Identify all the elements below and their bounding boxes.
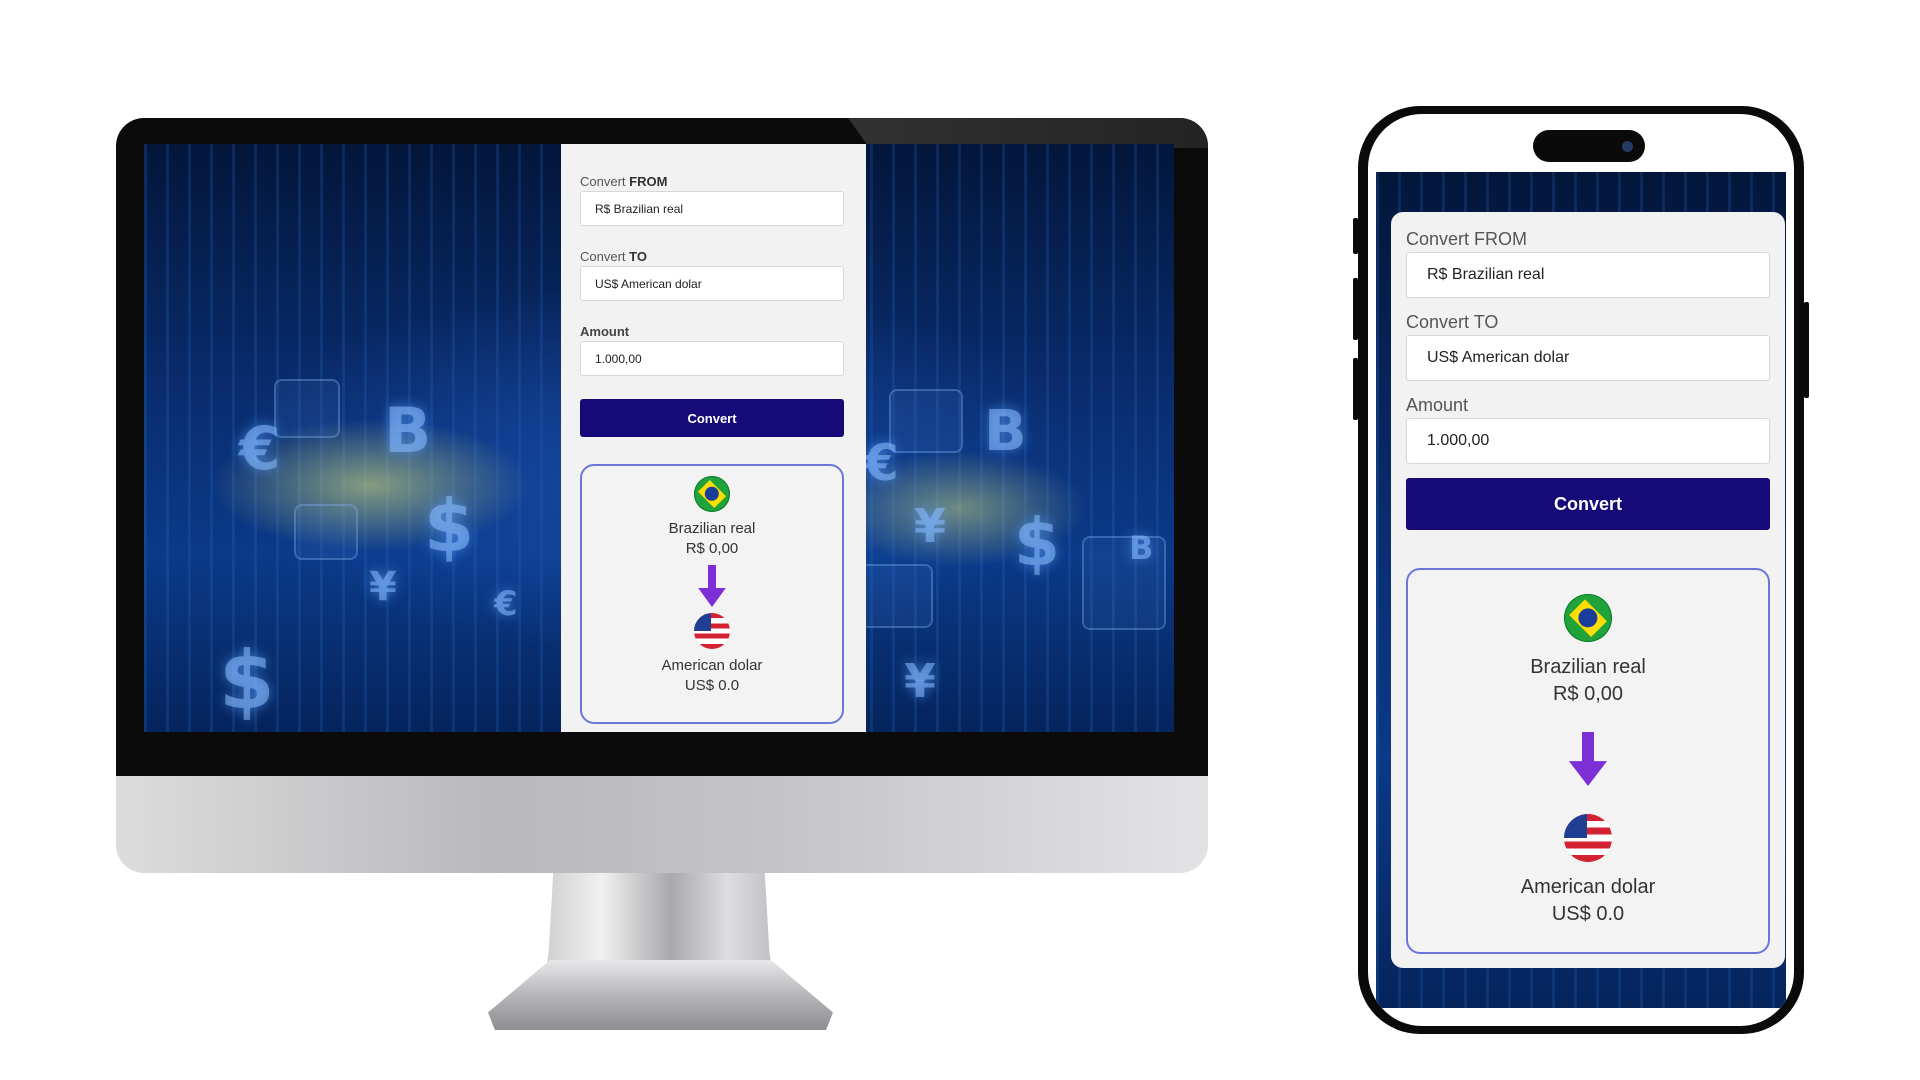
bg-tile: [294, 504, 358, 560]
convert-from-label-strong: FROM: [629, 174, 668, 189]
convert-from-select[interactable]: R$ Brazilian real: [580, 191, 844, 226]
convert-to-value: US$ American dolar: [595, 276, 702, 291]
bg-tile: [889, 389, 963, 453]
bg-symbol: ¥: [904, 654, 937, 708]
convert-to-select[interactable]: US$ American dolar: [580, 266, 844, 301]
bg-symbol: ¥: [914, 499, 947, 553]
amount-label: Amount: [580, 324, 630, 339]
bg-tile: [274, 379, 340, 438]
convert-to-label-prefix: Convert: [580, 249, 630, 264]
monitor-bezel: € B $ ¥ € B $ ¥ B $ € ¥ Convert FROM R$ …: [116, 118, 1208, 776]
result-to-name: American dolar: [1520, 876, 1656, 898]
convert-button[interactable]: Convert: [1406, 478, 1770, 530]
phone-screen: Convert FROM R$ Brazilian real Convert T…: [1376, 172, 1786, 1008]
brazil-flag-icon: [694, 476, 730, 512]
converter-form-mobile: Convert FROM R$ Brazilian real Convert T…: [1391, 212, 1785, 968]
bg-symbol: €: [494, 584, 518, 624]
phone-power-button: [1804, 302, 1809, 398]
bg-symbol: $: [1014, 504, 1060, 581]
convert-button[interactable]: Convert: [580, 399, 844, 437]
result-from-value: R$ 0,00: [1552, 683, 1624, 705]
dynamic-island: [1533, 130, 1645, 162]
usa-flag-icon: [694, 613, 730, 649]
convert-from-label: Convert FROM: [580, 174, 667, 189]
brazil-flag-icon: [1564, 594, 1612, 642]
amount-label: Amount: [1406, 395, 1469, 415]
bg-symbol: B: [384, 394, 432, 467]
bg-symbol: B: [984, 399, 1027, 464]
front-camera-icon: [1622, 141, 1633, 152]
bg-tile: [859, 564, 933, 628]
convert-from-label-prefix: Convert: [580, 174, 630, 189]
desktop-monitor-mockup: € B $ ¥ € B $ ¥ B $ € ¥ Convert FROM R$ …: [116, 118, 1208, 873]
bg-symbol: B: [1129, 529, 1154, 567]
bg-symbol: €: [239, 414, 281, 484]
bg-symbol: $: [424, 484, 475, 568]
result-from-name: Brazilian real: [1530, 656, 1646, 678]
convert-to-label: Convert TO: [1406, 312, 1499, 332]
monitor-chin: [116, 776, 1208, 873]
result-to-value: US$ 0.0: [684, 677, 740, 694]
amount-input[interactable]: 1.000,00: [1406, 418, 1770, 464]
amount-input[interactable]: 1.000,00: [580, 341, 844, 376]
monitor-screen: € B $ ¥ € B $ ¥ B $ € ¥ Convert FROM R$ …: [144, 144, 1174, 732]
conversion-result-card: Brazilian real R$ 0,00 American dolar US…: [1406, 568, 1770, 954]
phone-display: Convert FROM R$ Brazilian real Convert T…: [1368, 114, 1794, 1026]
arrow-down-icon: [1569, 732, 1607, 786]
phone-volume-up-button: [1353, 278, 1358, 340]
convert-to-label-strong: TO: [629, 249, 647, 264]
convert-from-label: Convert FROM: [1406, 229, 1528, 249]
amount-value: 1.000,00: [595, 351, 642, 366]
bg-tile: [1082, 536, 1166, 630]
phone-side-button: [1353, 218, 1358, 254]
convert-to-label: Convert TO: [580, 249, 647, 264]
amount-value: 1.000,00: [1427, 432, 1490, 449]
result-to-value: US$ 0.0: [1551, 903, 1625, 925]
monitor-stand-base: [488, 960, 833, 1030]
bg-symbol: ¥: [369, 564, 397, 610]
result-from-name: Brazilian real: [668, 520, 756, 537]
bg-symbol: $: [219, 634, 275, 727]
phone-volume-down-button: [1353, 358, 1358, 420]
convert-from-select[interactable]: R$ Brazilian real: [1406, 252, 1770, 298]
bg-symbol: €: [864, 434, 899, 492]
converter-form: Convert FROM R$ Brazilian real Convert T…: [561, 144, 866, 732]
arrow-down-icon: [698, 565, 726, 607]
usa-flag-icon: [1564, 814, 1612, 862]
convert-to-select[interactable]: US$ American dolar: [1406, 335, 1770, 381]
phone-mockup: Convert FROM R$ Brazilian real Convert T…: [1353, 106, 1809, 1034]
convert-to-value: US$ American dolar: [1427, 349, 1570, 366]
result-to-name: American dolar: [661, 657, 763, 674]
convert-from-value: R$ Brazilian real: [595, 201, 684, 216]
result-from-value: R$ 0,00: [685, 540, 739, 557]
conversion-result-card: Brazilian real R$ 0,00 American dolar US…: [580, 464, 844, 724]
convert-from-value: R$ Brazilian real: [1427, 266, 1545, 283]
